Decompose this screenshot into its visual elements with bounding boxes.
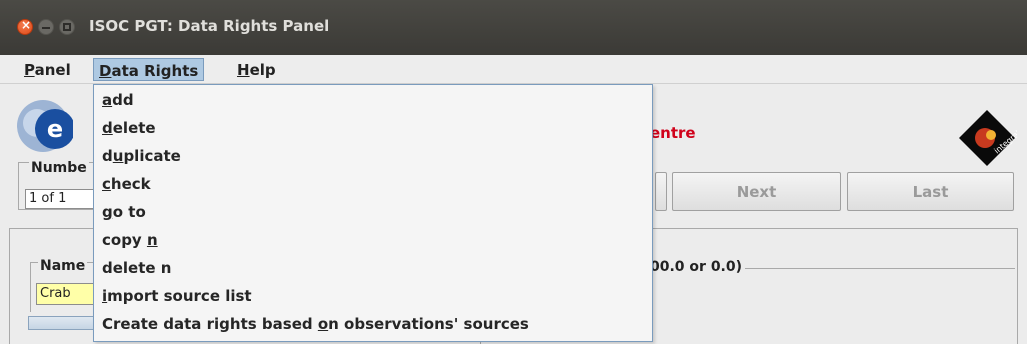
esa-logo-icon: e [17, 100, 73, 152]
menu-item-import-source-list[interactable]: import source list [102, 287, 252, 313]
name-action-button[interactable] [28, 316, 94, 330]
data-rights-dropdown: add delete duplicate check go to copy n … [93, 84, 653, 342]
menu-item-delete[interactable]: delete [102, 119, 156, 145]
menu-item-copy-n[interactable]: copy n [102, 231, 158, 257]
last-button[interactable]: Last [847, 172, 1014, 211]
menu-data-rights[interactable]: Data Rights [93, 58, 205, 81]
range-group-label: 00.0 or 0.0) [650, 259, 745, 275]
menu-item-duplicate[interactable]: duplicate [102, 147, 181, 173]
menu-bar: Panel Data Rights Help [0, 55, 1027, 84]
minimize-icon[interactable] [38, 19, 54, 35]
menu-item-go-to[interactable]: go to [102, 203, 146, 229]
menu-item-create-from-observations[interactable]: Create data rights based on observations… [102, 315, 529, 341]
name-label: Name [38, 258, 88, 274]
integral-logo-icon: integral [959, 110, 1017, 166]
menu-item-check[interactable]: check [102, 175, 151, 201]
name-field[interactable]: Crab [36, 283, 94, 305]
svg-text:e: e [47, 115, 63, 143]
close-icon[interactable]: × [17, 18, 33, 35]
menu-help[interactable]: Help [232, 58, 281, 81]
title-bar: × ISOC PGT: Data Rights Panel [0, 0, 1027, 55]
record-position-field[interactable]: 1 of 1 [25, 189, 98, 209]
menu-item-delete-n[interactable]: delete n [102, 259, 171, 285]
menu-item-add[interactable]: add [102, 91, 134, 117]
next-button[interactable]: Next [672, 172, 841, 211]
number-label: Numbe [29, 160, 89, 176]
range-group-border [745, 268, 1015, 269]
organization-name: entre [650, 124, 696, 142]
menu-panel[interactable]: Panel [19, 58, 76, 81]
maximize-icon[interactable] [59, 19, 75, 35]
window-title: ISOC PGT: Data Rights Panel [89, 17, 330, 35]
previous-button[interactable] [655, 172, 667, 211]
